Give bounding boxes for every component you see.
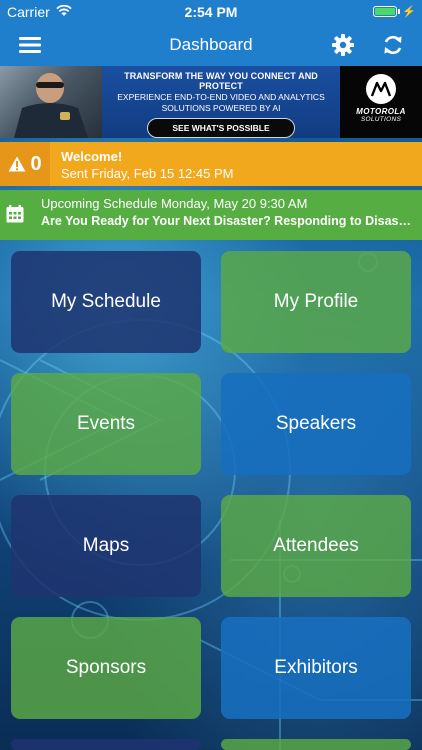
motorola-logo: MOTOROLA SOLUTIONS [340,66,422,138]
tile-maps[interactable]: Maps [11,495,201,597]
tile-exhibitors[interactable]: Exhibitors [221,617,411,719]
status-bar: Carrier 2:54 PM ⚡ [0,0,422,24]
alert-notification[interactable]: 0 Welcome! Sent Friday, Feb 15 12:45 PM [0,142,422,186]
tile-partial-right[interactable] [221,739,411,750]
tile-label: Sponsors [65,657,147,678]
tile-label: Exhibitors [274,657,358,678]
tile-partial-left[interactable] [11,739,201,750]
status-time: 2:54 PM [184,4,238,20]
police-officer-photo [0,66,102,138]
schedule-heading: Upcoming Schedule Monday, May 20 9:30 AM [41,196,308,211]
tile-label: Attendees [273,535,359,556]
schedule-session-title: Are You Ready for Your Next Disaster? Re… [41,214,413,228]
refresh-icon[interactable] [380,32,406,58]
tile-label: My Schedule [51,291,161,312]
warning-icon [8,156,26,172]
upcoming-schedule[interactable]: Upcoming Schedule Monday, May 20 9:30 AM… [0,190,422,240]
ad-banner[interactable]: TRANSFORM THE WAY YOU CONNECT AND PROTEC… [0,66,422,138]
battery-icon [373,6,398,17]
navbar: Dashboard [0,24,422,66]
tile-label: My Profile [273,291,359,312]
tile-events[interactable]: Events [11,373,201,475]
tile-attendees[interactable]: Attendees [221,495,411,597]
logo-line-1: MOTOROLA [356,107,406,116]
alert-counter: 0 [0,142,50,186]
tile-my-profile[interactable]: My Profile [221,251,411,353]
banner-cta-button[interactable]: SEE WHAT'S POSSIBLE [147,118,295,138]
charging-icon: ⚡ [402,6,416,18]
logo-line-2: SOLUTIONS [360,116,402,123]
banner-subline-2: SOLUTIONS POWERED BY AI [161,103,281,113]
tile-label: Speakers [275,413,357,434]
tile-speakers[interactable]: Speakers [221,373,411,475]
banner-headline: TRANSFORM THE WAY YOU CONNECT AND PROTEC… [124,71,318,91]
alert-title: Welcome! [61,149,123,164]
motorola-m-icon [366,74,396,104]
alert-sent-time: Sent Friday, Feb 15 12:45 PM [61,166,234,181]
battery-group: ⚡ [373,5,416,18]
calendar-icon [6,205,24,228]
tile-label: Events [76,413,136,434]
tile-sponsors[interactable]: Sponsors [11,617,201,719]
gear-icon[interactable] [330,32,356,58]
page-title: Dashboard [169,35,253,54]
tile-label: Maps [82,535,130,556]
banner-subline-1: EXPERIENCE END-TO-END VIDEO AND ANALYTIC… [117,92,325,102]
banner-copy: TRANSFORM THE WAY YOU CONNECT AND PROTEC… [102,66,340,138]
tile-my-schedule[interactable]: My Schedule [11,251,201,353]
alert-count: 0 [30,152,42,175]
